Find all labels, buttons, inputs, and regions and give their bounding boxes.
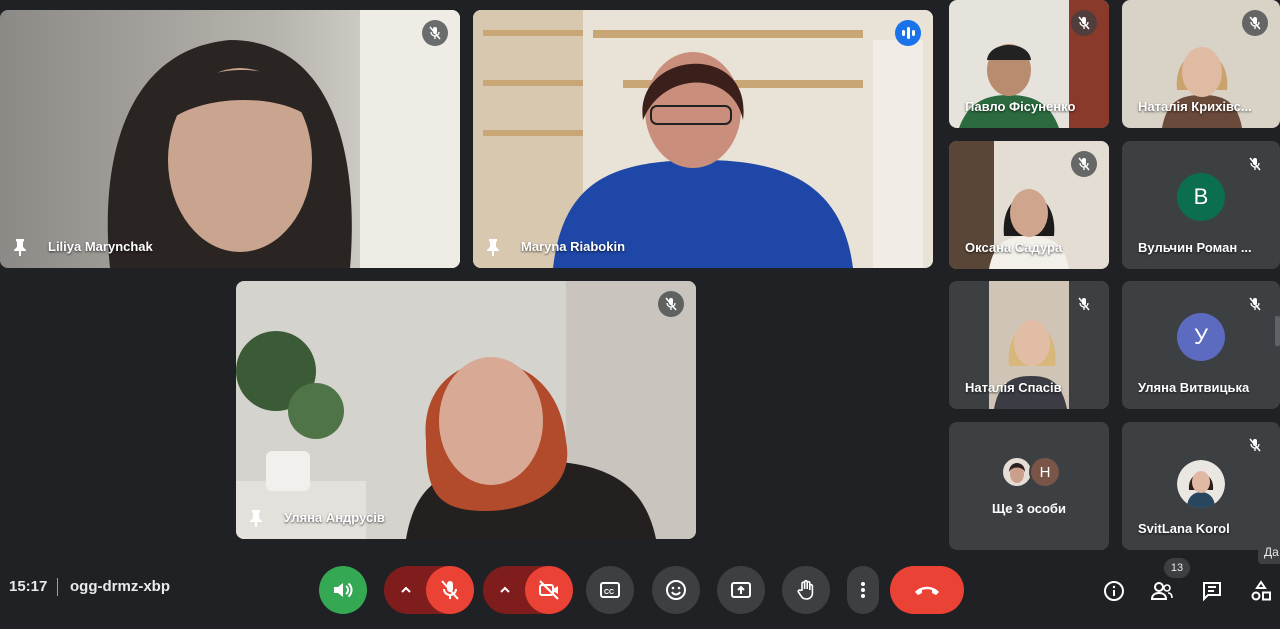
chat-icon	[1203, 582, 1221, 602]
avatar: Н	[1029, 456, 1061, 488]
info-icon	[1104, 581, 1124, 601]
participant-tile-oksana[interactable]: Оксана Садура	[949, 141, 1109, 269]
closed-captions-icon: CC	[600, 582, 620, 598]
hand-icon	[797, 579, 814, 600]
activities-button[interactable]	[1249, 579, 1273, 603]
present-screen-button[interactable]	[717, 566, 765, 614]
bottom-control-bar: 15:17 ogg-drmz-xbp	[0, 549, 1280, 629]
video-feed	[473, 10, 933, 268]
avatar-stack: Н	[1001, 456, 1065, 488]
pin-icon[interactable]	[485, 238, 501, 256]
participant-tile-uliana-v[interactable]: У Уляна Витвицька	[1122, 281, 1280, 409]
avatar	[1177, 460, 1225, 508]
meeting-code: ogg-drmz-xbp	[70, 578, 170, 595]
mic-off-icon	[441, 580, 459, 600]
participant-name: Оксана Садура	[965, 240, 1063, 255]
more-participants-tile[interactable]: Н Ще 3 особи	[949, 422, 1109, 550]
present-icon	[731, 582, 751, 598]
mic-off-icon	[658, 291, 684, 317]
participant-tile-svitlana[interactable]: SvitLana Korol	[1122, 422, 1280, 550]
mic-off-icon	[1071, 10, 1097, 36]
meeting-time: 15:17	[9, 578, 48, 595]
camera-toggle-button[interactable]	[525, 566, 573, 614]
participant-name: Уляна Андрусів	[284, 510, 385, 525]
avatar: У	[1177, 313, 1225, 362]
camera-off-icon	[539, 580, 559, 600]
more-participants-label: Ще 3 особи	[992, 501, 1066, 516]
mic-off-icon	[1242, 291, 1268, 317]
emoji-icon	[666, 580, 686, 600]
tooltip: Да	[1258, 540, 1280, 564]
mic-off-icon	[1071, 151, 1097, 177]
video-feed	[236, 281, 696, 539]
participant-tile-maryna[interactable]: Maryna Riabokin	[473, 10, 933, 268]
raise-hand-button[interactable]	[782, 566, 830, 614]
participant-name: Наталія Крихівс...	[1138, 99, 1252, 114]
participant-tile-uliana-andrusiv[interactable]: Уляна Андрусів	[236, 281, 696, 539]
chevron-up-icon	[500, 586, 510, 593]
speaking-indicator-icon	[895, 20, 921, 46]
chat-button[interactable]	[1200, 579, 1224, 603]
mic-off-icon	[1242, 151, 1268, 177]
mic-off-icon	[1242, 432, 1268, 458]
participant-name: Liliya Marynchak	[48, 239, 153, 254]
video-feed	[0, 10, 460, 268]
pin-icon[interactable]	[12, 238, 28, 256]
participant-tile-vulchyn[interactable]: В Вульчин Роман ...	[1122, 141, 1280, 269]
mic-off-icon	[1242, 10, 1268, 36]
participant-tile-natalia-s[interactable]: Наталія Спасів	[949, 281, 1109, 409]
activities-icon	[1251, 580, 1271, 601]
chevron-up-icon	[401, 586, 411, 593]
participant-tile-natalia-k[interactable]: Наталія Крихівс...	[1122, 0, 1280, 128]
svg-text:CC: CC	[604, 589, 614, 596]
leave-call-button[interactable]	[890, 566, 964, 614]
captions-button[interactable]: CC	[586, 566, 634, 614]
mic-off-icon	[422, 20, 448, 46]
participant-name: SvitLana Korol	[1138, 521, 1230, 536]
divider	[57, 578, 58, 596]
meeting-details-button[interactable]	[1102, 579, 1126, 603]
participant-name: Павло Фісуненко	[965, 99, 1076, 114]
participant-name: Наталія Спасів	[965, 380, 1062, 395]
side-panel-handle[interactable]	[1275, 316, 1280, 346]
participant-tile-liliya[interactable]: Liliya Marynchak	[0, 10, 460, 268]
pin-icon[interactable]	[248, 509, 264, 527]
avatar: В	[1177, 173, 1225, 222]
hang-up-icon	[915, 586, 939, 595]
audio-output-button[interactable]	[319, 566, 367, 614]
participant-name: Maryna Riabokin	[521, 239, 626, 254]
reactions-button[interactable]	[652, 566, 700, 614]
participant-tile-pavlo[interactable]: Павло Фісуненко	[949, 0, 1109, 128]
participant-name: Вульчин Роман ...	[1138, 240, 1252, 255]
participant-count-badge: 13	[1164, 558, 1190, 578]
mic-off-icon	[1071, 291, 1097, 317]
people-icon	[1150, 582, 1173, 600]
speaker-icon	[334, 582, 353, 598]
participant-name: Уляна Витвицька	[1138, 380, 1250, 395]
microphone-toggle-button[interactable]	[426, 566, 474, 614]
more-vert-icon	[861, 582, 865, 598]
more-options-button[interactable]	[847, 566, 879, 614]
people-button[interactable]	[1150, 579, 1174, 603]
